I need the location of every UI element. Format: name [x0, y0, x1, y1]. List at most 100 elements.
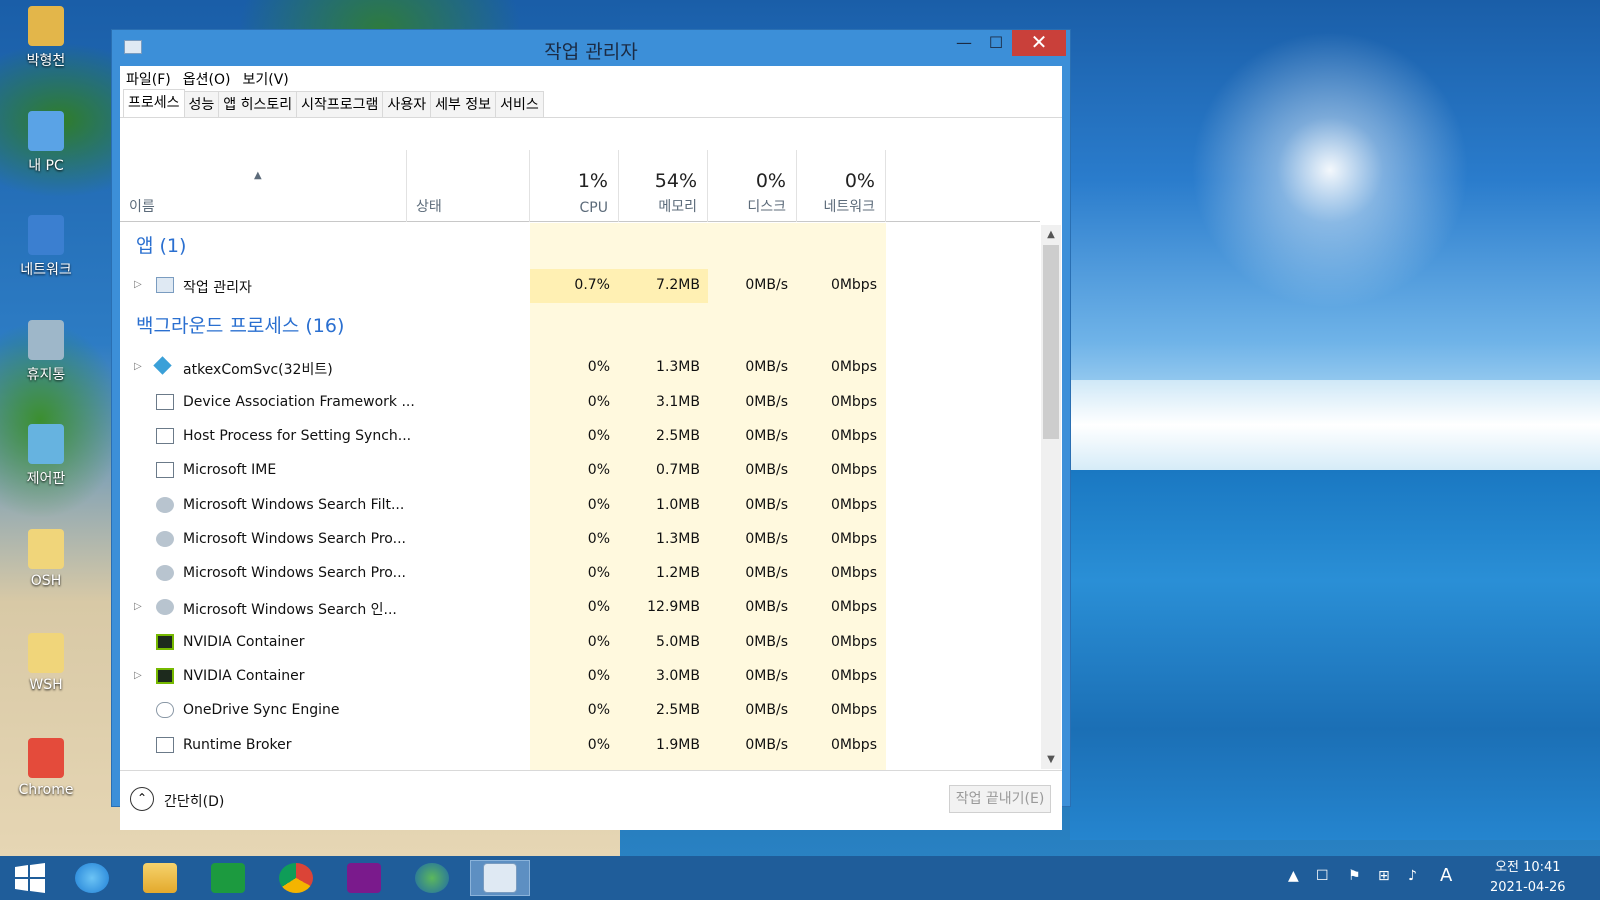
- menu-view[interactable]: 보기(V): [242, 69, 288, 89]
- desktop-icon[interactable]: 제어판: [10, 424, 82, 488]
- group-header: 백그라운드 프로세스 (16): [136, 315, 345, 338]
- memory-total: 54%: [654, 170, 697, 192]
- menu-bar: 파일(F) 옵션(O) 보기(V): [120, 66, 1062, 92]
- tab-services[interactable]: 서비스: [495, 91, 544, 117]
- clock-time: 오전 10:41: [1495, 860, 1561, 875]
- task-manager-window[interactable]: 작업 관리자 — ☐ ✕ 파일(F) 옵션(O) 보기(V) 프로세스 성능 앱…: [111, 29, 1071, 830]
- title-bar[interactable]: 작업 관리자 — ☐ ✕: [112, 30, 1070, 66]
- column-header-disk[interactable]: 0% 디스크: [708, 150, 797, 222]
- tab-app-history[interactable]: 앱 히스토리: [218, 91, 298, 117]
- column-header-memory[interactable]: 54% 메모리: [619, 150, 708, 222]
- taskbar-chrome[interactable]: [266, 860, 326, 896]
- table-row[interactable]: Microsoft Windows Search Pro... 0% 1.3MB 0M…: [120, 523, 1040, 557]
- taskbar-app-i[interactable]: [334, 860, 394, 896]
- column-header-cpu[interactable]: 1% CPU: [530, 150, 619, 222]
- column-header-network[interactable]: 0% 네트워크: [797, 150, 886, 222]
- fewer-details-button[interactable]: 간단히(D): [164, 791, 224, 811]
- desktop-icon-label: 제어판: [26, 471, 66, 487]
- scroll-down-icon[interactable]: ▼: [1041, 754, 1061, 765]
- expand-chevron-icon[interactable]: ▷: [134, 670, 142, 681]
- process-name: Host Process for Setting Synch...: [183, 427, 412, 444]
- action-center-icon[interactable]: ☐: [1316, 868, 1329, 884]
- column-header-status[interactable]: 상태: [407, 150, 530, 222]
- desktop-icon[interactable]: 네트워크: [10, 215, 82, 279]
- search-service-icon: [156, 599, 174, 616]
- memory-value: 1.3MB: [656, 530, 700, 547]
- column-header-name[interactable]: ▲ 이름: [120, 150, 407, 222]
- column-label-memory: 메모리: [658, 199, 697, 215]
- tab-details[interactable]: 세부 정보: [430, 91, 497, 117]
- cpu-value: 0%: [587, 427, 610, 444]
- taskbar-internet-explorer[interactable]: [62, 860, 122, 896]
- desktop-icon-label: 네트워크: [20, 262, 72, 278]
- menu-options[interactable]: 옵션(O): [183, 69, 231, 89]
- tab-performance[interactable]: 성능: [183, 91, 220, 117]
- expand-chevron-icon[interactable]: ▷: [134, 279, 142, 290]
- taskbar-network-globe[interactable]: [402, 860, 462, 896]
- process-icon: [156, 427, 174, 444]
- clock[interactable]: 오전 10:41 2021-04-26: [1490, 858, 1566, 898]
- memory-value: 1.9MB: [656, 736, 700, 753]
- disk-value: 0MB/s: [745, 496, 788, 513]
- start-button[interactable]: [0, 860, 60, 896]
- desktop-icon[interactable]: 휴지통: [10, 319, 82, 384]
- onedrive-icon: [156, 702, 174, 719]
- expand-chevron-icon[interactable]: ▷: [134, 361, 142, 372]
- network-value: 0Mbps: [830, 668, 877, 684]
- table-row[interactable]: ▷ atkexComSvc(32비트) 0% 1.3MB 0MB/s 0Mbps: [120, 351, 1040, 385]
- table-row[interactable]: Microsoft Windows Search Filt... 0% 1.0MB 0…: [120, 489, 1040, 523]
- network-value: 0Mbps: [830, 599, 877, 616]
- disk-value: 0MB/s: [745, 599, 788, 616]
- taskbar-task-manager[interactable]: [470, 860, 530, 896]
- table-row[interactable]: ▷ Microsoft Windows Search 인... 0% 12.9MB 0M…: [120, 591, 1040, 625]
- volume-icon[interactable]: ♪: [1408, 868, 1417, 884]
- disk-value: 0MB/s: [745, 393, 788, 410]
- sort-ascending-icon: ▲: [254, 170, 262, 181]
- table-row[interactable]: NVIDIA Container 0% 5.0MB 0MB/s 0Mbps: [120, 626, 1040, 660]
- table-row[interactable]: Device Association Framework ... 0% 3.1MB 0…: [120, 386, 1040, 420]
- chevron-up-circle-icon[interactable]: ⌃: [130, 787, 154, 811]
- desktop-item-icon: [28, 737, 64, 778]
- taskbar-file-explorer[interactable]: [130, 860, 190, 896]
- show-hidden-icons[interactable]: ▲: [1288, 868, 1299, 884]
- end-task-button[interactable]: 작업 끝내기(E): [949, 785, 1051, 813]
- ime-indicator[interactable]: A: [1440, 865, 1452, 886]
- cpu-value: 0%: [587, 530, 610, 547]
- network-value: 0Mbps: [830, 359, 877, 376]
- desktop-icon[interactable]: Chrome: [10, 737, 82, 798]
- vertical-scrollbar[interactable]: ▲ ▼: [1041, 225, 1061, 769]
- menu-file[interactable]: 파일(F): [126, 69, 171, 89]
- desktop-icon[interactable]: 내 PC: [10, 110, 82, 175]
- scroll-thumb[interactable]: [1043, 245, 1059, 439]
- flag-icon[interactable]: ⚑: [1348, 868, 1361, 884]
- tab-users[interactable]: 사용자: [382, 91, 432, 117]
- close-button[interactable]: ✕: [1012, 30, 1066, 56]
- desktop-icon[interactable]: 박형천: [10, 6, 82, 70]
- table-row[interactable]: Microsoft Windows Search Pro... 0% 1.2MB 0M…: [120, 557, 1040, 591]
- desktop-icon-label: OSH: [30, 572, 62, 589]
- memory-value: 2.5MB: [656, 702, 700, 719]
- scroll-up-icon[interactable]: ▲: [1041, 229, 1061, 240]
- expand-chevron-icon[interactable]: ▷: [134, 601, 142, 612]
- process-name: 작업 관리자: [183, 280, 252, 296]
- table-row[interactable]: ▷ 작업 관리자 0.7% 7.2MB 0MB/s 0Mbps: [120, 269, 1040, 303]
- network-value: 0Mbps: [830, 496, 877, 513]
- network-value: 0Mbps: [830, 277, 877, 293]
- desktop-icon[interactable]: WSH: [10, 633, 82, 693]
- tab-processes[interactable]: 프로세스: [123, 89, 185, 117]
- memory-value: 3.1MB: [656, 393, 700, 410]
- cpu-value: 0%: [587, 565, 610, 582]
- cpu-value: 0%: [587, 393, 610, 410]
- table-row[interactable]: Runtime Broker 0% 1.9MB 0MB/s 0Mbps: [120, 729, 1040, 763]
- network-icon[interactable]: ⊞: [1378, 868, 1390, 884]
- desktop-icon[interactable]: OSH: [10, 528, 82, 589]
- process-icon: [156, 462, 174, 479]
- table-row[interactable]: OneDrive Sync Engine 0% 2.5MB 0MB/s 0Mbps: [120, 694, 1040, 728]
- tab-startup[interactable]: 시작프로그램: [296, 91, 384, 117]
- table-row[interactable]: Host Process for Setting Synch... 0% 2.5MB…: [120, 420, 1040, 454]
- table-row[interactable]: ▷ NVIDIA Container 0% 3.0MB 0MB/s 0Mbps: [120, 660, 1040, 694]
- taskbar-store[interactable]: [198, 860, 258, 896]
- maximize-button[interactable]: ☐: [980, 30, 1012, 56]
- minimize-button[interactable]: —: [948, 30, 980, 56]
- table-row[interactable]: Microsoft IME 0% 0.7MB 0MB/s 0Mbps: [120, 454, 1040, 488]
